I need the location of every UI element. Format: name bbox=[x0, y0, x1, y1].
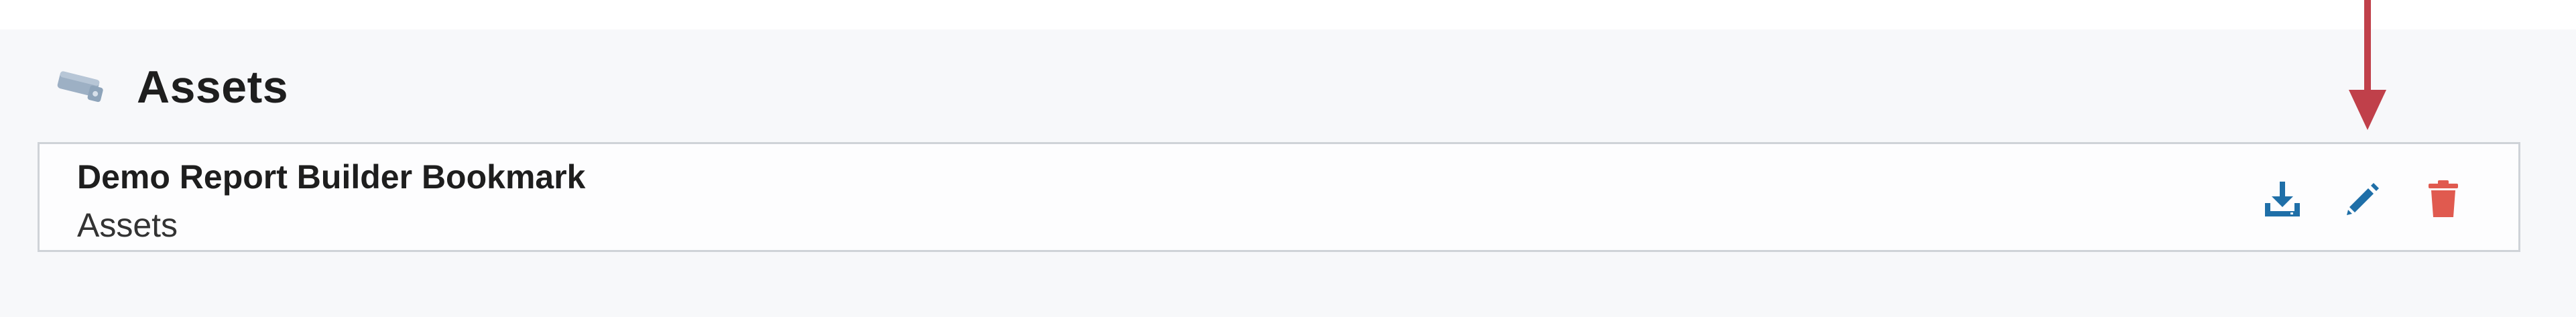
download-button[interactable] bbox=[2261, 178, 2304, 220]
annotation-arrow bbox=[2349, 0, 2386, 130]
assets-icon bbox=[54, 67, 111, 107]
edit-button[interactable] bbox=[2341, 178, 2384, 220]
delete-button[interactable] bbox=[2422, 178, 2465, 220]
pencil-icon bbox=[2347, 183, 2379, 215]
bookmark-title: Demo Report Builder Bookmark bbox=[77, 158, 586, 196]
section-title: Assets bbox=[137, 62, 289, 113]
download-icon bbox=[2265, 182, 2300, 216]
section-header: Assets bbox=[54, 60, 288, 114]
trash-icon bbox=[2429, 180, 2458, 217]
bookmark-row[interactable]: Demo Report Builder Bookmark Assets bbox=[38, 142, 2520, 252]
bookmark-subtitle: Assets bbox=[77, 206, 178, 244]
